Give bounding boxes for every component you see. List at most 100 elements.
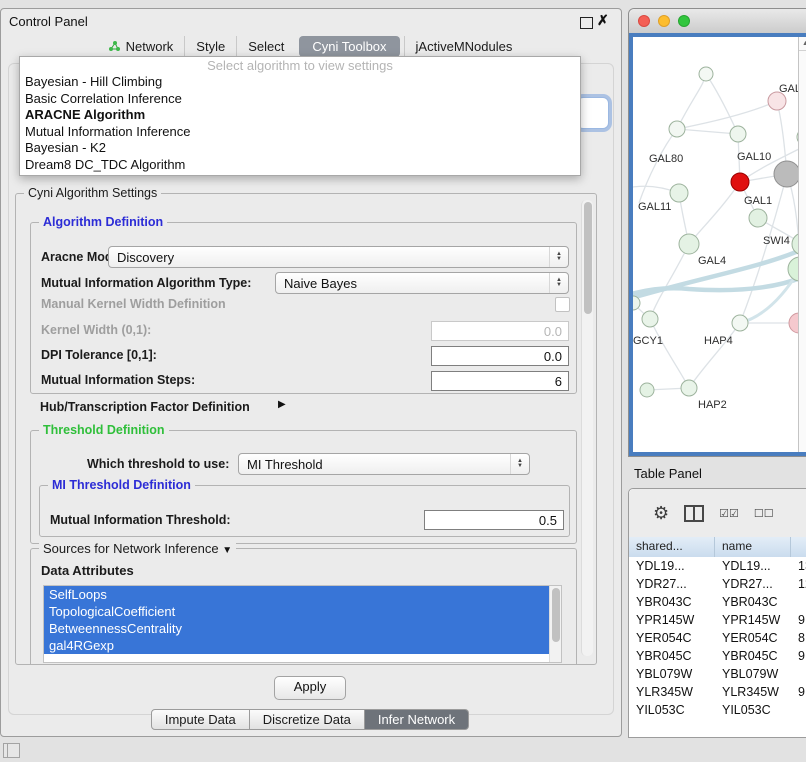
- dropdown-item[interactable]: Basic Correlation Inference: [20, 91, 580, 108]
- panel-dock-icon[interactable]: [3, 743, 20, 758]
- manual-kernel-width-checkbox[interactable]: [555, 297, 570, 312]
- tab-jactivemnodules[interactable]: jActiveMNodules: [404, 36, 524, 57]
- list-item[interactable]: gal4RGexp: [44, 637, 550, 654]
- bottom-tab-bar: Impute Data Discretize Data Infer Networ…: [1, 709, 619, 730]
- table-row[interactable]: YDL19...YDL19...13: [629, 557, 806, 575]
- dropdown-item[interactable]: Bayesian - K2: [20, 140, 580, 157]
- network-node[interactable]: [732, 315, 748, 331]
- deselect-all-checks-icon[interactable]: ☐☐: [754, 507, 774, 520]
- threshold-definition-group: Threshold Definition Which threshold to …: [30, 430, 577, 544]
- network-node[interactable]: [669, 121, 685, 137]
- table-row[interactable]: YBL079WYBL079W: [629, 665, 806, 683]
- network-node-gal10[interactable]: [731, 173, 749, 191]
- minimize-icon[interactable]: [580, 17, 593, 29]
- minimize-traffic-light-icon[interactable]: [658, 15, 670, 27]
- network-node[interactable]: [640, 383, 654, 397]
- tab-discretize-data[interactable]: Discretize Data: [250, 709, 365, 730]
- dpi-tolerance-input[interactable]: 0.0: [431, 346, 569, 366]
- tab-label: Network: [126, 39, 174, 54]
- table-row[interactable]: YPR145WYPR145W9.: [629, 611, 806, 629]
- tab-network[interactable]: Network: [97, 36, 185, 57]
- tab-select[interactable]: Select: [236, 36, 295, 57]
- select-all-checks-icon[interactable]: ☑☑: [719, 507, 739, 520]
- focused-field-fragment: [577, 97, 609, 129]
- network-node[interactable]: [642, 311, 658, 327]
- node-label: GCY1: [633, 335, 663, 347]
- table-header-row: shared... name: [629, 537, 806, 558]
- column-header[interactable]: name: [715, 537, 791, 557]
- network-node[interactable]: [774, 161, 800, 187]
- column-header[interactable]: [791, 537, 806, 557]
- network-vertical-scrollbar[interactable]: ▲: [798, 37, 806, 452]
- network-node[interactable]: [730, 126, 746, 142]
- group-title: Algorithm Definition: [39, 215, 167, 229]
- table-panel-title: Table Panel: [634, 466, 702, 481]
- scroll-up-icon[interactable]: ▲: [799, 37, 806, 51]
- dropdown-item[interactable]: Mutual Information Inference: [20, 124, 580, 141]
- sources-title[interactable]: Sources for Network Inference ▼: [39, 541, 236, 556]
- network-node[interactable]: [681, 380, 697, 396]
- list-item[interactable]: SelfLoops: [44, 586, 550, 603]
- scrollbar-thumb[interactable]: [552, 588, 560, 642]
- table-row[interactable]: YBR043CYBR043C: [629, 593, 806, 611]
- data-attributes-label: Data Attributes: [41, 563, 134, 578]
- mi-type-select[interactable]: Naive Bayes ▲▼: [275, 272, 569, 294]
- sources-group: Sources for Network Inference ▼ Data Att…: [30, 548, 577, 665]
- tab-label: Cyni Toolbox: [312, 39, 386, 54]
- dropdown-placeholder: Select algorithm to view settings: [20, 57, 580, 74]
- data-attributes-list: SelfLoops TopologicalCoefficient Between…: [43, 585, 562, 663]
- network-tab-icon: [108, 40, 121, 52]
- which-threshold-select[interactable]: MI Threshold ▲▼: [238, 453, 530, 475]
- mi-type-label: Mutual Information Algorithm Type:: [41, 276, 251, 290]
- close-traffic-light-icon[interactable]: [638, 15, 650, 27]
- mi-threshold-input[interactable]: 0.5: [424, 510, 564, 530]
- column-header[interactable]: shared...: [629, 537, 715, 557]
- mi-steps-input[interactable]: 6: [431, 371, 569, 391]
- tab-cyni-toolbox[interactable]: Cyni Toolbox: [299, 36, 399, 57]
- group-title: Threshold Definition: [39, 423, 169, 437]
- dropdown-item[interactable]: Bayesian - Hill Climbing: [20, 74, 580, 91]
- node-label: SWI4: [763, 235, 790, 247]
- tab-style[interactable]: Style: [184, 36, 236, 57]
- network-canvas[interactable]: GAL80 GAL10 GAL11 GAL1 SWI4 GAL4 GCY1 HA…: [629, 33, 806, 456]
- dropdown-item[interactable]: Dream8 DC_TDC Algorithm: [20, 157, 580, 174]
- settings-vertical-scrollbar[interactable]: [581, 200, 593, 656]
- tab-infer-network[interactable]: Infer Network: [365, 709, 469, 730]
- network-node[interactable]: [699, 67, 713, 81]
- table-body: YDL19...YDL19...13 YDR27...YDR27...12 YB…: [629, 557, 806, 737]
- collapse-right-icon[interactable]: ▶: [278, 399, 286, 410]
- table-row[interactable]: YIL053CYIL053C: [629, 701, 806, 719]
- aracne-mode-select[interactable]: Discovery ▲▼: [108, 246, 569, 268]
- table-row[interactable]: YDR27...YDR27...12: [629, 575, 806, 593]
- scrollbar-thumb[interactable]: [584, 202, 592, 314]
- network-window-titlebar: [629, 9, 806, 34]
- kernel-width-input[interactable]: 0.0: [431, 321, 569, 341]
- network-node[interactable]: [670, 184, 688, 202]
- table-row[interactable]: YBR045CYBR045C9.: [629, 647, 806, 665]
- selected-value: Discovery: [117, 250, 174, 265]
- network-node[interactable]: [679, 234, 699, 254]
- algorithm-dropdown-popup: Select algorithm to view settings Bayesi…: [19, 56, 581, 176]
- collapse-down-icon: ▼: [222, 545, 232, 556]
- network-node[interactable]: [749, 209, 767, 227]
- mi-steps-label: Mutual Information Steps:: [41, 373, 195, 387]
- tab-impute-data[interactable]: Impute Data: [151, 709, 250, 730]
- zoom-traffic-light-icon[interactable]: [678, 15, 690, 27]
- list-vertical-scrollbar[interactable]: [549, 586, 561, 662]
- columns-icon[interactable]: [684, 505, 704, 522]
- gear-icon[interactable]: ⚙: [653, 503, 669, 524]
- tab-bar: Network Style Select Cyni Toolbox jActiv…: [1, 34, 619, 58]
- which-threshold-label: Which threshold to use:: [87, 457, 229, 471]
- list-item[interactable]: BetweennessCentrality: [44, 620, 550, 637]
- table-row[interactable]: YLR345WYLR345W9.: [629, 683, 806, 701]
- apply-button[interactable]: Apply: [274, 676, 346, 700]
- close-icon[interactable]: ✗: [597, 12, 609, 29]
- dropdown-item-selected[interactable]: ARACNE Algorithm: [20, 107, 580, 124]
- table-row[interactable]: YER054CYER054C8.: [629, 629, 806, 647]
- list-items: SelfLoops TopologicalCoefficient Between…: [44, 586, 550, 654]
- dpi-tolerance-label: DPI Tolerance [0,1]:: [41, 348, 157, 362]
- hub-definition-label[interactable]: Hub/Transcription Factor Definition: [40, 400, 250, 414]
- node-label: HAP4: [704, 335, 733, 347]
- list-item[interactable]: TopologicalCoefficient: [44, 603, 550, 620]
- network-view-window: GAL80 GAL10 GAL11 GAL1 SWI4 GAL4 GCY1 HA…: [628, 8, 806, 457]
